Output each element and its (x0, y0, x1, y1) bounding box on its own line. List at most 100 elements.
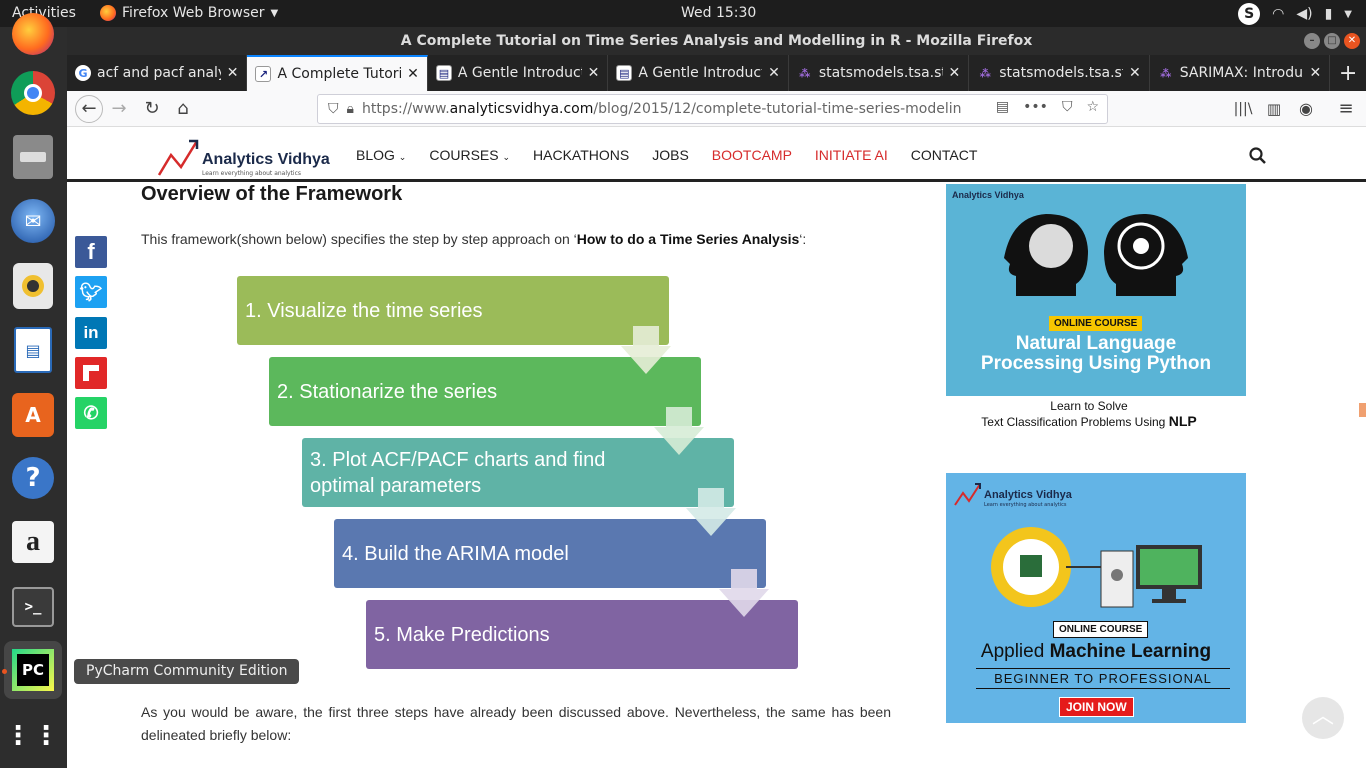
pycharm-launcher-icon[interactable]: PC (4, 641, 62, 699)
tab[interactable]: ⁂ statsmodels.tsa.st ✕ (969, 55, 1150, 91)
intro-text-end: ‘: (799, 231, 807, 247)
firefox-icon (100, 5, 116, 21)
page-actions-icon[interactable]: ••• (1023, 99, 1048, 115)
scroll-to-top-button[interactable]: ︿ (1302, 697, 1344, 739)
ml-course-ad[interactable]: Analytics Vidhya Learn everything about … (946, 473, 1246, 723)
forward-button[interactable]: → (107, 97, 131, 121)
step-label: 2. Stationarize the series (277, 380, 498, 403)
site-header: Analytics Vidhya Learn everything about … (67, 127, 1366, 182)
tab-label: SARIMAX: Introdu (1179, 65, 1303, 81)
flipboard-share-icon[interactable] (75, 357, 107, 389)
close-tab-icon[interactable]: ✕ (227, 65, 239, 81)
window-title: A Complete Tutorial on Time Series Analy… (400, 33, 1033, 49)
logo-name: Analytics Vidhya (202, 151, 330, 168)
sidebar-icon[interactable]: ▥ (1262, 97, 1286, 121)
battery-icon[interactable]: ▮ (1325, 6, 1333, 22)
back-button[interactable]: ← (75, 95, 103, 123)
writer-launcher-icon[interactable]: ▤ (14, 327, 52, 373)
menu-jobs[interactable]: JOBS (652, 147, 689, 163)
thunderbird-launcher-icon[interactable]: ✉ (11, 199, 55, 243)
menu-contact[interactable]: CONTACT (911, 147, 978, 163)
tab[interactable]: ▤ A Gentle Introduct ✕ (428, 55, 609, 91)
statsmodels-icon: ⁂ (979, 66, 991, 80)
menu-hackathons[interactable]: HACKATHONS (533, 147, 629, 163)
chrome-launcher-icon[interactable] (11, 71, 55, 115)
web-page: Analytics Vidhya Learn everything about … (67, 127, 1366, 768)
files-launcher-icon[interactable] (13, 135, 53, 179)
firefox-launcher-icon[interactable] (12, 13, 54, 55)
step-label: 4. Build the ARIMA model (342, 542, 569, 565)
site-logo[interactable]: Analytics Vidhya Learn everything about … (157, 137, 330, 177)
reload-button[interactable]: ↻ (140, 97, 164, 121)
nlp-course-ad[interactable]: Analytics Vidhya ONLINE COURSE Natural L… (946, 184, 1246, 434)
url-text[interactable]: https://www.analyticsvidhya.com/blog/201… (362, 101, 962, 117)
bookmark-star-icon[interactable]: ☆ (1086, 99, 1099, 115)
wifi-icon[interactable]: ◠ (1272, 6, 1284, 22)
tab[interactable]: ▤ A Gentle Introduct ✕ (608, 55, 789, 91)
software-center-launcher-icon[interactable]: A (12, 393, 54, 437)
clock[interactable]: Wed 15:30 (681, 5, 756, 21)
ad-title-plain: Applied (980, 641, 1050, 662)
library-icon[interactable]: |||\ (1231, 97, 1255, 121)
minimize-icon[interactable]: – (1304, 33, 1320, 49)
menu-courses[interactable]: COURSES ⌄ (429, 147, 510, 163)
chevron-up-icon: ︿ (1311, 704, 1334, 729)
rhythmbox-launcher-icon[interactable] (13, 263, 53, 309)
linkedin-share-icon[interactable]: in (75, 317, 107, 349)
url-bar[interactable]: ⛉ 🔒︎ https://www.analyticsvidhya.com/blo… (317, 94, 1108, 124)
running-indicator (2, 669, 7, 674)
system-tray[interactable]: S ◠ ◀) ▮ ▼ (1238, 3, 1352, 25)
twitter-share-icon[interactable]: 🐦︎ (75, 276, 107, 308)
close-tab-icon[interactable]: ✕ (588, 65, 600, 81)
tab-active[interactable]: ↗ A Complete Tutori ✕ (247, 55, 428, 91)
dock: ✉ ▤ A ? a >_ PC ⋮⋮ (0, 13, 67, 768)
hamburger-menu-icon[interactable]: ≡ (1334, 97, 1358, 121)
join-now-button[interactable]: JOIN NOW (1059, 697, 1134, 717)
chevron-down-icon: ⌄ (398, 152, 407, 162)
tab[interactable]: ⁂ statsmodels.tsa.st ✕ (789, 55, 970, 91)
app-menu[interactable]: Firefox Web Browser ▼ (100, 5, 278, 21)
search-icon[interactable] (1249, 147, 1267, 165)
chevron-down-icon[interactable]: ▼ (1344, 9, 1352, 20)
close-tab-icon[interactable]: ✕ (1309, 65, 1321, 81)
home-button[interactable]: ⌂ (171, 97, 195, 121)
whatsapp-share-icon[interactable]: ✆ (75, 397, 107, 429)
close-tab-icon[interactable]: ✕ (768, 65, 780, 81)
menu-initiate-ai[interactable]: INITIATE AI (815, 147, 888, 163)
tab-label: A Gentle Introduct (638, 65, 763, 81)
new-tab-button[interactable]: + (1330, 55, 1366, 91)
feedback-tab[interactable] (1359, 403, 1366, 417)
facebook-share-icon[interactable]: f (75, 236, 107, 268)
window-title-bar: A Complete Tutorial on Time Series Analy… (67, 27, 1366, 55)
chevron-down-icon: ▼ (270, 7, 279, 19)
menu-bootcamp[interactable]: BOOTCAMP (712, 147, 792, 163)
ad-subtitle: BEGINNER TO PROFESSIONAL (976, 668, 1230, 689)
ad-brand: Analytics Vidhya (984, 489, 1072, 501)
tab[interactable]: G acf and pacf analy ✕ (67, 55, 248, 91)
close-tab-icon[interactable]: ✕ (949, 65, 961, 81)
tab[interactable]: ⁂ SARIMAX: Introdu ✕ (1150, 55, 1331, 91)
show-applications-icon[interactable]: ⋮⋮ (5, 713, 59, 759)
maximize-icon[interactable]: □ (1324, 33, 1340, 49)
logo-mark-icon (157, 139, 199, 176)
article-paragraph: As you would be aware, the first three s… (141, 704, 891, 743)
skype-icon[interactable]: S (1238, 3, 1261, 25)
pocket-icon[interactable]: ⛉ (1062, 99, 1073, 115)
shield-icon[interactable]: ⛉ (328, 101, 339, 117)
amazon-launcher-icon[interactable]: a (12, 521, 54, 563)
close-tab-icon[interactable]: ✕ (1129, 65, 1141, 81)
close-window-icon[interactable]: ✕ (1344, 33, 1360, 49)
reader-view-icon[interactable]: ▤ (996, 99, 1009, 115)
account-icon[interactable]: ◉ (1294, 97, 1318, 121)
menu-blog[interactable]: BLOG ⌄ (356, 147, 406, 163)
lock-icon[interactable]: 🔒︎ (347, 101, 354, 117)
help-launcher-icon[interactable]: ? (12, 457, 54, 499)
dock-tooltip: PyCharm Community Edition (74, 659, 300, 684)
ad-title-line: Processing Using Python (980, 353, 1212, 374)
ad-title: Natural Language Processing Using Python (946, 334, 1246, 374)
step-label: 3. Plot ACF/PACF charts and find optimal… (310, 448, 606, 497)
terminal-launcher-icon[interactable]: >_ (12, 587, 54, 627)
close-tab-icon[interactable]: ✕ (407, 66, 419, 82)
volume-icon[interactable]: ◀) (1296, 6, 1312, 22)
ad-title-bold: Machine Learning (1049, 641, 1212, 662)
